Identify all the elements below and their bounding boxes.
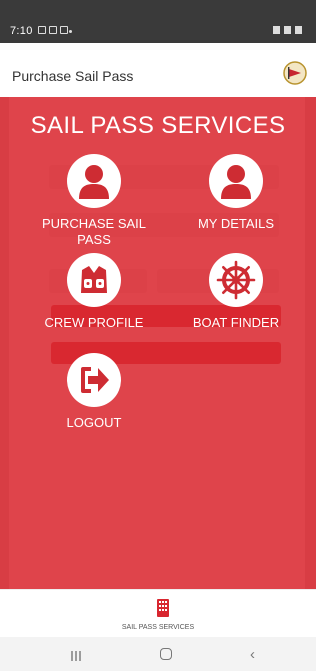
my-details-label: MY DETAILS: [197, 216, 275, 231]
back-icon[interactable]: ‹: [250, 647, 255, 662]
bottom-nav-label[interactable]: SAIL PASS SERVICES: [0, 624, 316, 631]
purchase-sail-pass-tile[interactable]: PURCHASE SAIL PASS: [34, 154, 154, 248]
club-logo-icon: [283, 61, 307, 90]
status-bar: 7:10: [0, 0, 316, 43]
services-title: SAIL PASS SERVICES: [30, 112, 286, 139]
ship-wheel-icon: [209, 253, 263, 307]
status-time: 7:10: [10, 25, 33, 37]
life-jacket-icon: [67, 253, 121, 307]
recent-apps-icon[interactable]: [70, 649, 82, 667]
system-navigation-bar: ‹: [0, 637, 316, 671]
boat-finder-tile[interactable]: BOAT FINDER: [176, 253, 296, 331]
logout-arrow-icon: [67, 353, 121, 407]
crew-profile-label: CREW PROFILE: [44, 315, 144, 330]
notification-dot-icon: [69, 30, 72, 33]
home-icon[interactable]: [160, 648, 172, 660]
purchase-sail-pass-label: PURCHASE SAIL PASS: [41, 216, 147, 247]
system-status-icons: [273, 26, 302, 34]
my-details-tile[interactable]: MY DETAILS: [176, 154, 296, 232]
user-icon: [209, 154, 263, 208]
logout-tile[interactable]: LOGOUT: [34, 353, 154, 431]
crew-profile-tile[interactable]: CREW PROFILE: [34, 253, 154, 331]
logout-label: LOGOUT: [66, 415, 122, 430]
boat-finder-label: BOAT FINDER: [192, 315, 280, 330]
page-title: Purchase Sail Pass: [12, 68, 134, 84]
building-icon[interactable]: [157, 599, 169, 622]
bottom-nav: SAIL PASS SERVICES: [0, 589, 316, 638]
user-icon: [67, 154, 121, 208]
app-bar: Purchase Sail Pass: [0, 43, 316, 97]
notification-icons: [38, 26, 68, 34]
